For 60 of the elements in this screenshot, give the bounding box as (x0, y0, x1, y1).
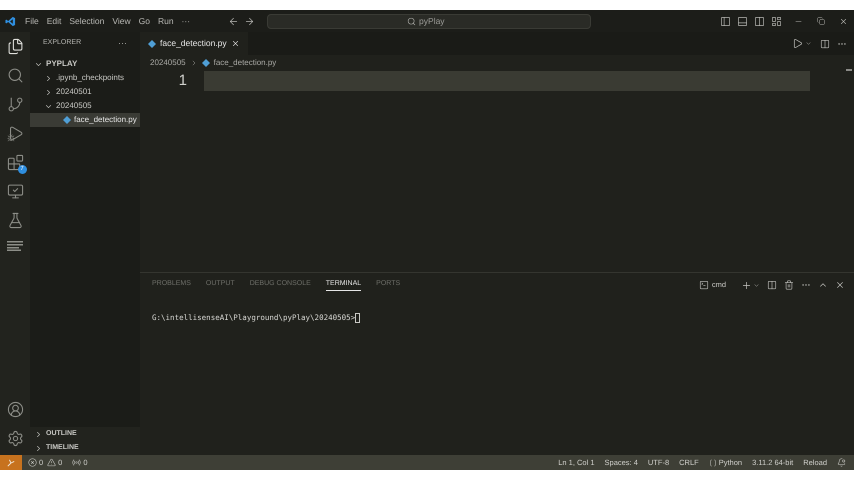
menu-item[interactable]: Selection (65, 14, 108, 28)
run-debug-icon[interactable] (6, 125, 24, 142)
chevron-down-icon[interactable] (805, 40, 812, 47)
logo-icon[interactable] (7, 241, 23, 251)
search-icon[interactable] (6, 67, 24, 84)
command-center-input[interactable]: pyPlay (419, 14, 452, 28)
extensions-icon[interactable] (6, 154, 24, 171)
split-editor-icon[interactable] (820, 38, 830, 48)
broadcast-icon (72, 458, 82, 467)
close-icon[interactable] (839, 16, 848, 26)
notification-bell-icon[interactable] (837, 458, 846, 467)
menu-item[interactable]: View (108, 14, 135, 28)
branch-icon[interactable] (6, 96, 24, 113)
menu-item[interactable]: ··· (178, 14, 194, 28)
explorer-folder[interactable]: 20240505 (30, 99, 140, 113)
breadcrumb-item[interactable]: face_detection.py (214, 56, 276, 68)
braces-icon (708, 458, 717, 466)
breadcrumb-item[interactable]: 20240505 (150, 56, 186, 68)
panel-right-icon[interactable] (754, 16, 765, 26)
explorer-folder[interactable]: PYPLAY (30, 57, 140, 71)
command-center-field[interactable]: pyPlay (267, 14, 592, 28)
explorer-folder[interactable]: .ipynb_checkpoints (30, 71, 140, 85)
scrollbar-marker (846, 69, 852, 71)
app-logo-icon (5, 16, 16, 26)
search-icon[interactable] (407, 16, 416, 26)
trash-icon[interactable] (784, 280, 794, 290)
error-icon (28, 458, 37, 467)
panel-bottom-icon[interactable] (737, 16, 748, 26)
explorer-folder[interactable]: 20240501 (30, 85, 140, 99)
close-icon[interactable] (230, 39, 240, 48)
terminal-icon[interactable] (698, 280, 709, 290)
files-icon[interactable] (6, 38, 24, 55)
flask-icon[interactable] (6, 212, 24, 229)
settings-icon[interactable] (6, 430, 24, 447)
menu-item[interactable]: Edit (42, 14, 66, 28)
menu-item[interactable]: Run (154, 14, 178, 28)
account-icon[interactable] (6, 401, 24, 418)
monitor-icon[interactable] (6, 183, 24, 200)
python-file-icon (148, 40, 156, 48)
python-file-icon (202, 58, 210, 66)
restore-icon[interactable] (817, 17, 825, 25)
warning-icon (47, 458, 56, 467)
layout-icon[interactable] (771, 16, 782, 26)
split-terminal-icon[interactable] (767, 280, 777, 290)
run-icon[interactable] (792, 38, 803, 49)
explorer-python-script[interactable]: face_detection.py (30, 113, 140, 127)
back-arrow-icon[interactable] (228, 16, 240, 26)
close-icon[interactable] (835, 280, 845, 290)
plus-icon[interactable] (741, 280, 752, 290)
remote-icon (7, 458, 15, 466)
more-actions-button[interactable]: ··· (118, 36, 127, 50)
forward-arrow-icon[interactable] (244, 16, 256, 26)
chevron-down-icon[interactable] (753, 282, 760, 288)
menu-item[interactable]: Go (134, 14, 154, 28)
terminal-cursor (355, 312, 360, 323)
editor-tab[interactable]: face_detection.py (140, 32, 248, 55)
python-file-icon (63, 116, 71, 124)
line-number: 1 (178, 71, 188, 91)
panel-left-icon[interactable] (720, 16, 731, 26)
menu-item[interactable]: File (21, 14, 43, 28)
